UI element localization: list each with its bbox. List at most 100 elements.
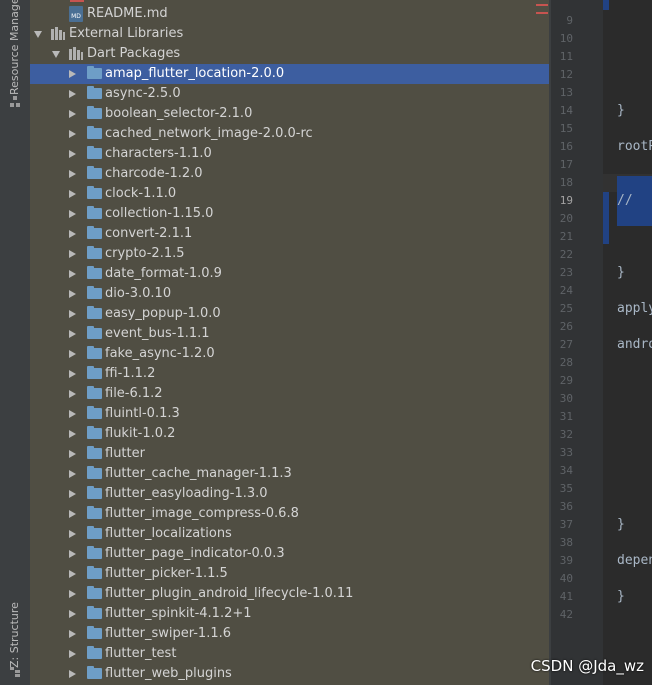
package-label: clock-1.1.0 — [105, 186, 177, 201]
collapse-arrow-icon[interactable] — [69, 290, 76, 298]
line-number: 26 — [559, 320, 573, 333]
package-item[interactable]: crypto-2.1.5 — [30, 244, 549, 264]
folder-icon — [87, 266, 102, 279]
collapse-arrow-icon[interactable] — [69, 550, 76, 558]
collapse-arrow-icon[interactable] — [69, 370, 76, 378]
collapse-arrow-icon[interactable] — [69, 230, 76, 238]
tree-item-external-libraries[interactable]: External Libraries — [30, 24, 549, 44]
collapse-arrow-icon[interactable] — [69, 450, 76, 458]
line-number: 37 — [559, 518, 573, 531]
package-item[interactable]: file-6.1.2 — [30, 384, 549, 404]
package-item[interactable]: collection-1.15.0 — [30, 204, 549, 224]
expand-arrow-icon[interactable] — [52, 51, 60, 58]
expand-arrow-icon[interactable] — [34, 31, 42, 38]
collapse-arrow-icon[interactable] — [69, 270, 76, 278]
package-item[interactable]: flutter_cache_manager-1.1.3 — [30, 464, 549, 484]
resource-manager-tab[interactable]: Resource Manager — [8, 0, 21, 95]
collapse-arrow-icon[interactable] — [69, 650, 76, 658]
collapse-arrow-icon[interactable] — [69, 250, 76, 258]
package-item[interactable]: ffi-1.1.2 — [30, 364, 549, 384]
package-item[interactable]: flutter_picker-1.1.5 — [30, 564, 549, 584]
package-item[interactable]: flutter_easyloading-1.3.0 — [30, 484, 549, 504]
tree-item-readme[interactable]: MD README.md — [30, 4, 549, 24]
collapse-arrow-icon[interactable] — [69, 670, 76, 678]
structure-icon[interactable] — [10, 667, 20, 677]
package-item[interactable]: boolean_selector-2.1.0 — [30, 104, 549, 124]
line-number: 23 — [559, 266, 573, 279]
line-number: 17 — [559, 158, 573, 171]
package-item[interactable]: flutter_test — [30, 644, 549, 664]
package-item[interactable]: clock-1.1.0 — [30, 184, 549, 204]
package-item[interactable]: flutter_image_compress-0.6.8 — [30, 504, 549, 524]
package-item[interactable]: flutter_localizations — [30, 524, 549, 544]
collapse-arrow-icon[interactable] — [69, 130, 76, 138]
collapse-arrow-icon[interactable] — [69, 510, 76, 518]
collapse-arrow-icon[interactable] — [69, 110, 76, 118]
folder-icon — [87, 286, 102, 299]
fold-marker — [603, 0, 609, 10]
resource-manager-icon[interactable] — [10, 96, 20, 108]
collapse-arrow-icon[interactable] — [69, 70, 76, 78]
folder-icon — [87, 166, 102, 179]
package-label: flutter_test — [105, 646, 177, 661]
collapse-arrow-icon[interactable] — [69, 310, 76, 318]
collapse-arrow-icon[interactable] — [69, 490, 76, 498]
package-item[interactable]: easy_popup-1.0.0 — [30, 304, 549, 324]
package-item[interactable]: amap_flutter_location-2.0.0 — [30, 64, 549, 84]
package-item[interactable]: flutter_plugin_android_lifecycle-1.0.11 — [30, 584, 549, 604]
code-line: } — [617, 265, 625, 280]
package-item[interactable]: characters-1.1.0 — [30, 144, 549, 164]
collapse-arrow-icon[interactable] — [69, 590, 76, 598]
library-icon — [51, 27, 65, 40]
line-number: 24 — [559, 284, 573, 297]
package-item[interactable]: convert-2.1.1 — [30, 224, 549, 244]
collapse-arrow-icon[interactable] — [69, 90, 76, 98]
collapse-arrow-icon[interactable] — [69, 570, 76, 578]
package-item[interactable]: fluintl-0.1.3 — [30, 404, 549, 424]
package-item[interactable]: flutter — [30, 444, 549, 464]
package-label: fake_async-1.2.0 — [105, 346, 215, 361]
collapse-arrow-icon[interactable] — [69, 210, 76, 218]
package-item[interactable]: dio-3.0.10 — [30, 284, 549, 304]
package-label: file-6.1.2 — [105, 386, 163, 401]
collapse-arrow-icon[interactable] — [69, 330, 76, 338]
tree-item-dart-packages[interactable]: Dart Packages — [30, 44, 549, 64]
package-item[interactable]: flutter_page_indicator-0.0.3 — [30, 544, 549, 564]
package-label: flutter_easyloading-1.3.0 — [105, 486, 268, 501]
package-item[interactable]: fake_async-1.2.0 — [30, 344, 549, 364]
package-item[interactable]: async-2.5.0 — [30, 84, 549, 104]
collapse-arrow-icon[interactable] — [69, 430, 76, 438]
package-label: date_format-1.0.9 — [105, 266, 222, 281]
folder-icon — [87, 146, 102, 159]
collapse-arrow-icon[interactable] — [69, 610, 76, 618]
package-label: collection-1.15.0 — [105, 206, 214, 221]
folder-icon — [87, 106, 102, 119]
collapse-arrow-icon[interactable] — [69, 390, 76, 398]
structure-tab[interactable]: Z: Structure — [8, 602, 21, 668]
folder-icon — [87, 86, 102, 99]
line-number: 22 — [559, 248, 573, 261]
collapse-arrow-icon[interactable] — [69, 410, 76, 418]
collapse-arrow-icon[interactable] — [69, 630, 76, 638]
collapse-arrow-icon[interactable] — [69, 150, 76, 158]
folder-icon — [87, 546, 102, 559]
package-item[interactable]: date_format-1.0.9 — [30, 264, 549, 284]
package-item[interactable]: flutter_swiper-1.1.6 — [30, 624, 549, 644]
code-editor[interactable]: 9 10 11 12 13 14 15 16 17 18 19 20 21 22 23 24 25 26 27 28 2… — [551, 0, 652, 685]
collapse-arrow-icon[interactable] — [69, 470, 76, 478]
line-number: 13 — [559, 86, 573, 99]
collapse-arrow-icon[interactable] — [69, 350, 76, 358]
collapse-arrow-icon[interactable] — [69, 530, 76, 538]
collapse-arrow-icon[interactable] — [69, 190, 76, 198]
error-stripe-mark[interactable] — [536, 4, 548, 6]
package-item[interactable]: charcode-1.2.0 — [30, 164, 549, 184]
package-item[interactable]: event_bus-1.1.1 — [30, 324, 549, 344]
package-item[interactable]: flutter_web_plugins — [30, 664, 549, 684]
external-libraries-label: External Libraries — [69, 26, 184, 41]
package-item[interactable]: flutter_spinkit-4.1.2+1 — [30, 604, 549, 624]
line-number: 12 — [559, 68, 573, 81]
error-stripe-mark[interactable] — [536, 12, 548, 14]
package-item[interactable]: cached_network_image-2.0.0-rc — [30, 124, 549, 144]
package-item[interactable]: flukit-1.0.2 — [30, 424, 549, 444]
collapse-arrow-icon[interactable] — [69, 170, 76, 178]
